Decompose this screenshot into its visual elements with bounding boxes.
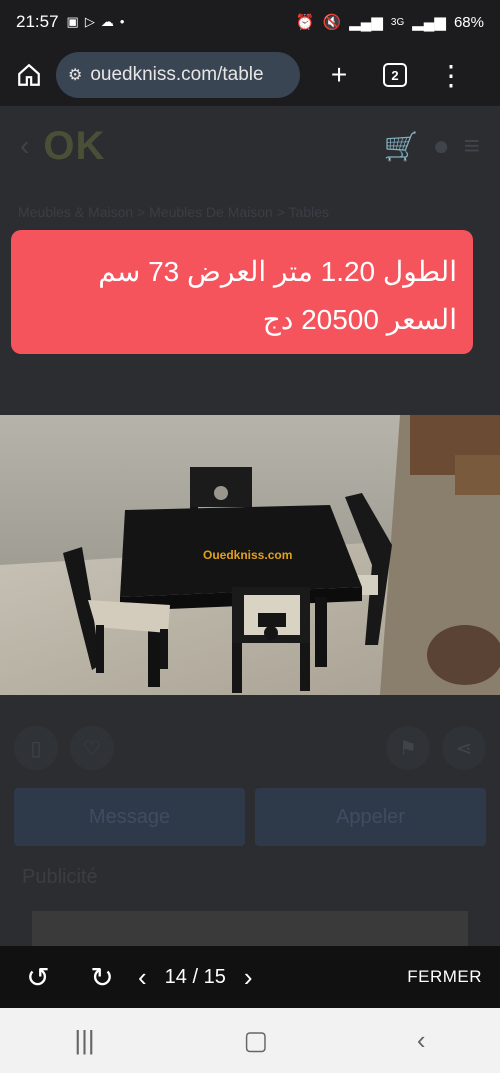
- message-button: Message: [14, 788, 245, 846]
- battery-level: 68%: [453, 13, 484, 31]
- flag-icon: ⚑: [386, 726, 430, 770]
- dot-icon: •: [119, 14, 125, 29]
- bookmark-icon: ▯: [14, 726, 58, 770]
- browser-toolbar: ⚙ ouedkniss.com/table + 2 ⋮: [0, 44, 500, 106]
- photo-watermark: Ouedkniss.com: [203, 548, 292, 562]
- cart-icon: 🛒: [383, 130, 419, 162]
- home-icon[interactable]: [14, 62, 44, 88]
- system-navigation-bar: ||| ▢ ‹: [0, 1008, 500, 1073]
- close-viewer-button[interactable]: FERMER: [407, 967, 482, 987]
- image-pager: ‹ 14 / 15 ›: [138, 962, 253, 993]
- image-viewer-toolbar: ↺ ↻ ‹ 14 / 15 › FERMER: [0, 946, 500, 1008]
- network-type: 3G: [390, 16, 405, 28]
- signal-icon-2: ▂▄▆: [412, 14, 446, 31]
- screen: 21:57 ▣ ▷ ☁ • ⏰ 🔇 ▂▄▆ 3G ▂▄▆ 68% ⚙ ouedk…: [0, 0, 500, 1073]
- address-bar[interactable]: ⚙ ouedkniss.com/table: [56, 52, 300, 98]
- home-button-icon[interactable]: ▢: [244, 1025, 269, 1056]
- back-button-icon[interactable]: ‹: [417, 1025, 426, 1056]
- site-header: ‹ OK 🛒 ● ≡: [0, 106, 500, 186]
- tab-switcher-button[interactable]: 2: [380, 63, 410, 87]
- contact-buttons: Message Appeler: [14, 788, 486, 846]
- price-text: السعر 20500 دج: [262, 304, 457, 335]
- previous-image-button[interactable]: ‹: [138, 962, 147, 993]
- url-text: ouedkniss.com/table: [90, 64, 264, 85]
- share-icon: ⋖: [442, 726, 486, 770]
- notification-icons: ▣ ▷ ☁ •: [67, 14, 125, 30]
- mute-icon: 🔇: [322, 14, 342, 31]
- next-image-button[interactable]: ›: [244, 962, 253, 993]
- site-logo: OK: [43, 123, 106, 168]
- image-counter: 14 / 15: [164, 965, 226, 988]
- alarm-icon: ⏰: [295, 14, 315, 31]
- site-settings-icon[interactable]: ⚙: [68, 65, 82, 85]
- ad-banner: [32, 911, 468, 946]
- menu-icon: ≡: [463, 130, 480, 161]
- cloud-icon: ☁: [100, 14, 114, 29]
- signal-icon: ▂▄▆: [349, 14, 383, 31]
- back-icon: ‹: [20, 130, 30, 161]
- table-photo-illustration: Ouedkniss.com: [0, 415, 500, 695]
- call-button: Appeler: [255, 788, 486, 846]
- recent-apps-icon[interactable]: |||: [74, 1025, 94, 1056]
- rotate-right-icon[interactable]: ↻: [82, 961, 122, 994]
- dimensions-text: الطول 1.20 متر العرض 73 سم: [98, 256, 457, 287]
- ad-label: Publicité: [22, 866, 98, 888]
- rotate-left-icon[interactable]: ↺: [18, 961, 58, 994]
- user-icon: ●: [432, 130, 450, 161]
- tab-count: 2: [383, 63, 407, 87]
- ad-actions: ▯ ♡ ⚑ ⋖: [14, 726, 486, 770]
- status-time: 21:57: [16, 12, 59, 31]
- heart-icon: ♡: [70, 726, 114, 770]
- price-overlay: الطول 1.20 متر العرض 73 سم السعر 20500 د…: [11, 230, 473, 354]
- gallery-icon: ▣: [66, 14, 79, 29]
- play-icon: ▷: [84, 14, 95, 29]
- more-menu-icon[interactable]: ⋮: [436, 59, 466, 92]
- status-right: ⏰ 🔇 ▂▄▆ 3G ▂▄▆ 68%: [295, 13, 484, 32]
- product-photo[interactable]: Ouedkniss.com: [0, 415, 500, 695]
- new-tab-icon[interactable]: +: [324, 59, 354, 91]
- status-bar: 21:57 ▣ ▷ ☁ • ⏰ 🔇 ▂▄▆ 3G ▂▄▆ 68%: [0, 0, 500, 44]
